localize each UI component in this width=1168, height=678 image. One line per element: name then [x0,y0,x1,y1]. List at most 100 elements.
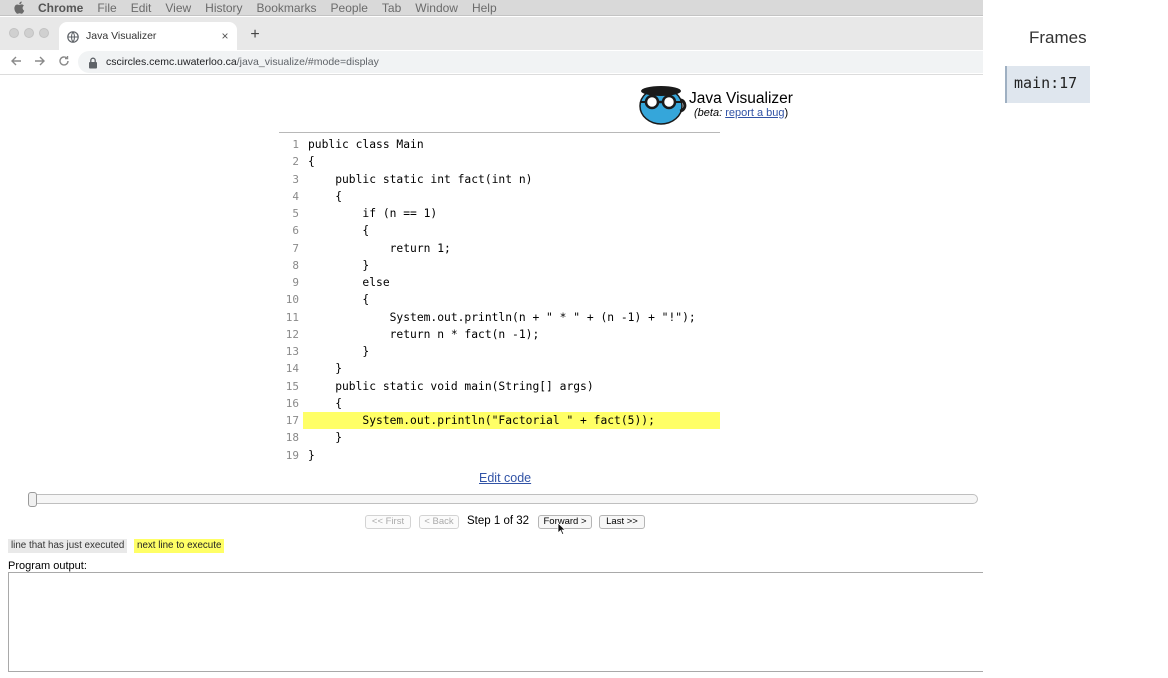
code-text: } [308,448,315,462]
code-text: { [308,155,315,169]
line-number: 1 [292,138,299,152]
code-text: public static int fact(int n) [308,172,533,186]
code-line: 6 { [279,222,720,239]
menu-people[interactable]: People [331,0,368,16]
code-text: } [308,362,343,376]
code-line: 12 return n * fact(n -1); [279,326,720,343]
code-text: else [308,276,390,290]
line-number: 17 [285,414,299,428]
code-line: 16 { [279,395,720,412]
macos-menubar: Chrome File Edit View History Bookmarks … [0,0,983,16]
code-line: 2{ [279,153,720,170]
back-arrow-icon[interactable] [9,55,23,69]
code-text: { [308,189,343,203]
step-counter: Step 1 of 32 [467,515,530,527]
stack-frame[interactable]: main:17 [1005,66,1090,103]
url-host: cscircles.cemc.uwaterloo.ca [106,56,237,68]
line-number: 5 [292,207,299,221]
code-text: System.out.println("Factorial " + fact(5… [308,414,655,428]
legend-just-executed: line that has just executed [8,539,128,553]
menu-window[interactable]: Window [415,0,458,16]
code-line: 5 if (n == 1) [279,205,720,222]
line-number: 16 [285,396,299,410]
menu-tab[interactable]: Tab [382,0,401,16]
line-number: 8 [292,258,299,272]
code-line: 13 } [279,343,720,360]
line-number: 12 [285,327,299,341]
browser-tab[interactable]: Java Visualizer × [59,22,237,50]
code-text: } [308,431,343,445]
line-number: 3 [292,172,299,186]
line-number: 6 [292,224,299,238]
frames-title: Frames [1029,28,1087,47]
lock-icon[interactable] [88,56,98,69]
code-line: 14 } [279,360,720,377]
report-bug-link[interactable]: report a bug [725,107,784,119]
line-number: 13 [285,345,299,359]
code-text: } [308,345,370,359]
menu-history[interactable]: History [205,0,242,16]
window-minimize-button[interactable] [24,28,34,38]
mouse-pointer-icon [557,522,567,536]
code-line: 1 public class Main [279,136,720,153]
reload-icon[interactable] [57,55,71,69]
line-number: 15 [285,379,299,393]
line-number: 9 [292,276,299,290]
code-panel: 1 public class Main 2{3 public static int … [279,132,720,464]
tab-strip: Java Visualizer × + [0,17,983,50]
line-number: 10 [285,293,299,307]
code-text: { [308,293,370,307]
globe-icon [67,30,79,43]
first-button[interactable]: << First [365,515,411,529]
code-text: return n * fact(n -1); [308,327,540,341]
code-line: 4 { [279,188,720,205]
code-line: 3 public static int fact(int n) [279,171,720,188]
apple-icon[interactable] [14,1,28,14]
menu-chrome[interactable]: Chrome [38,0,83,16]
code-line: 19} [279,447,720,464]
line-number: 19 [285,448,299,462]
code-text: public static void main(String[] args) [308,379,594,393]
line-number: 14 [285,362,299,376]
code-line: 15 public static void main(String[] args… [279,378,720,395]
url-path: /java_visualize/#mode=display [236,56,379,68]
menu-help[interactable]: Help [472,0,497,16]
new-tab-button[interactable]: + [248,27,262,43]
menu-file[interactable]: File [97,0,116,16]
url-text: cscircles.cemc.uwaterloo.ca/java_visuali… [106,56,379,68]
code-line: 8 } [279,257,720,274]
menu-edit[interactable]: Edit [131,0,152,16]
program-output-label: Program output: [8,560,87,572]
code-line: 10 { [279,291,720,308]
legend-next-line: next line to execute [134,539,225,553]
code-text: { [308,224,370,238]
code-text: } [308,258,370,272]
step-slider-track[interactable] [28,494,978,504]
screen: Chrome File Edit View History Bookmarks … [0,0,1168,678]
code-text: if (n == 1) [308,207,438,221]
code-text: public class Main [308,138,424,152]
code-text: { [308,396,343,410]
code-text: return 1; [308,241,451,255]
menu-bookmarks[interactable]: Bookmarks [257,0,317,16]
back-button[interactable]: < Back [419,515,459,529]
window-zoom-button[interactable] [39,28,49,38]
menu-view[interactable]: View [165,0,191,16]
address-bar[interactable]: cscircles.cemc.uwaterloo.ca/java_visuali… [78,51,983,73]
line-number: 7 [292,241,299,255]
beta-note: (beta: report a bug) [694,107,788,119]
last-button[interactable]: Last >> [599,515,645,529]
code-line: 9 else [279,274,720,291]
line-number: 18 [285,431,299,445]
beta-suffix: ) [784,107,789,119]
tab-title: Java Visualizer [86,30,157,42]
edit-code-link[interactable]: Edit code [479,471,531,485]
tab-close-icon[interactable]: × [219,29,231,43]
window-close-button[interactable] [9,28,19,38]
code-line-current: 17 System.out.println("Factorial " + fac… [279,412,720,430]
step-slider-handle[interactable] [28,492,37,507]
java-cup-logo [638,83,688,125]
visualizer-title: Java Visualizer [689,90,793,107]
forward-arrow-icon[interactable] [33,55,47,69]
program-output-box[interactable] [8,572,983,672]
